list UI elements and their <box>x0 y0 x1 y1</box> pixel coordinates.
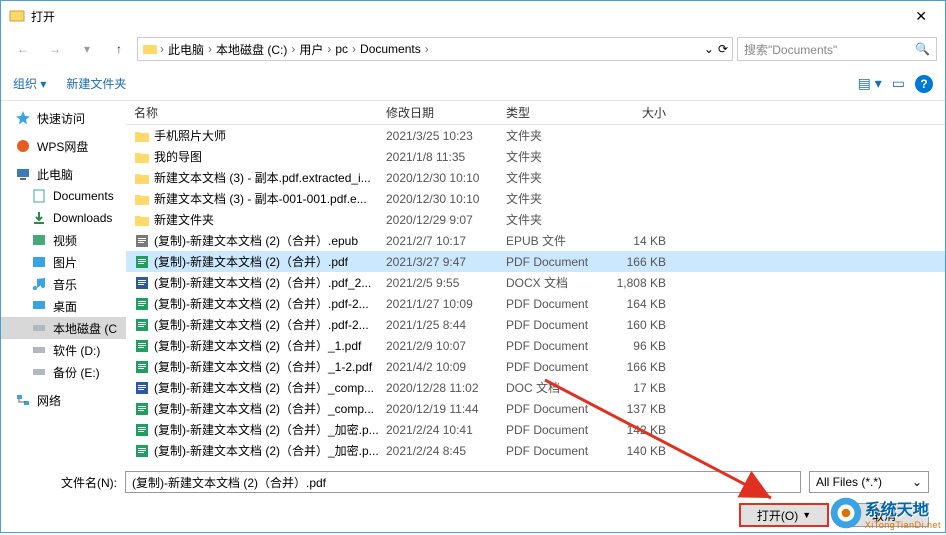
file-row[interactable]: (复制)-新建文本文档 (2)（合并）.pdf2021/3/27 9:47PDF… <box>126 251 945 272</box>
view-button[interactable]: ▤ ▾ <box>858 75 882 92</box>
sidebar-music[interactable]: 音乐 <box>1 273 126 295</box>
chevron-right-icon[interactable]: › <box>350 42 358 56</box>
col-type[interactable]: 类型 <box>506 104 616 121</box>
button-label: 打开(O) <box>757 507 798 524</box>
help-icon[interactable]: ? <box>915 75 933 93</box>
forward-button[interactable]: → <box>41 37 69 61</box>
up-button[interactable]: ↑ <box>105 37 133 61</box>
file-row[interactable]: (复制)-新建文本文档 (2)（合并）_1.pdf2021/2/9 10:07P… <box>126 335 945 356</box>
sidebar-edrive[interactable]: 备份 (E:) <box>1 361 126 383</box>
chevron-right-icon[interactable]: › <box>289 42 297 56</box>
address-bar[interactable]: › 此电脑 › 本地磁盘 (C:) › 用户 › pc › Documents … <box>137 37 733 61</box>
crumb-documents[interactable]: Documents <box>358 42 423 56</box>
chevron-down-icon: ⌄ <box>912 475 922 489</box>
sidebar-label: 软件 (D:) <box>53 342 100 359</box>
sidebar-network[interactable]: 网络 <box>1 389 126 411</box>
sidebar-quick[interactable]: 快速访问 <box>1 107 126 129</box>
sidebar: 快速访问 WPS网盘 此电脑 Documents Downloads 视频 图片… <box>1 101 126 463</box>
crumb-cdrive[interactable]: 本地磁盘 (C:) <box>214 41 289 58</box>
search-input[interactable]: 搜索"Documents" 🔍 <box>737 37 937 61</box>
window-title: 打开 <box>31 8 905 25</box>
sidebar-label: WPS网盘 <box>37 138 88 155</box>
search-icon: 🔍 <box>915 42 930 56</box>
sidebar-thispc[interactable]: 此电脑 <box>1 163 126 185</box>
sidebar-wps[interactable]: WPS网盘 <box>1 135 126 157</box>
toolbar: 组织 ▾ 新建文件夹 ▤ ▾ ▭ ? <box>1 67 945 101</box>
file-rows[interactable]: 手机照片大师2021/3/25 10:23文件夹我的导图2021/1/8 11:… <box>126 125 945 463</box>
file-row[interactable]: (复制)-新建文本文档 (2)（合并）.pdf_2...2021/2/5 9:5… <box>126 272 945 293</box>
sidebar-downloads[interactable]: Downloads <box>1 207 126 229</box>
address-dropdown[interactable]: ⌄ <box>704 42 714 56</box>
main-area: 快速访问 WPS网盘 此电脑 Documents Downloads 视频 图片… <box>1 101 945 463</box>
recent-dropdown[interactable]: ▾ <box>73 37 101 61</box>
sidebar-label: 备份 (E:) <box>53 364 100 381</box>
search-placeholder: 搜索"Documents" <box>744 41 915 58</box>
file-row[interactable]: 新建文本文档 (3) - 副本-001-001.pdf.e...2020/12/… <box>126 188 945 209</box>
refresh-button[interactable]: ⟳ <box>718 42 728 56</box>
filename-input[interactable] <box>125 471 801 493</box>
file-row[interactable]: 新建文件夹2020/12/29 9:07文件夹 <box>126 209 945 230</box>
file-row[interactable]: (复制)-新建文本文档 (2)（合并）_comp...2020/12/28 11… <box>126 377 945 398</box>
app-icon <box>9 8 25 24</box>
newfolder-button[interactable]: 新建文件夹 <box>66 75 126 92</box>
bottom-panel: 文件名(N): All Files (*.*) ⌄ 打开(O) ▼ 取消 <box>1 463 945 535</box>
folder-icon <box>142 41 158 57</box>
crumb-thispc[interactable]: 此电脑 <box>166 41 206 58</box>
file-row[interactable]: (复制)-新建文本文档 (2)（合并）_1-2.pdf2021/4/2 10:0… <box>126 356 945 377</box>
sidebar-ddrive[interactable]: 软件 (D:) <box>1 339 126 361</box>
chevron-right-icon[interactable]: › <box>158 42 166 56</box>
crumb-pc[interactable]: pc <box>333 42 350 56</box>
sidebar-label: Documents <box>53 189 114 203</box>
column-headers: 名称 修改日期 类型 大小 <box>126 101 945 125</box>
file-row[interactable]: (复制)-新建文本文档 (2)（合并）.pdf-2...2021/1/27 10… <box>126 293 945 314</box>
filter-dropdown[interactable]: All Files (*.*) ⌄ <box>809 471 929 493</box>
file-row[interactable]: 我的导图2021/1/8 11:35文件夹 <box>126 146 945 167</box>
close-button[interactable]: ✕ <box>905 4 937 29</box>
col-size[interactable]: 大小 <box>616 104 696 121</box>
chevron-right-icon[interactable]: › <box>423 42 431 56</box>
chevron-right-icon[interactable]: › <box>325 42 333 56</box>
sidebar-label: 音乐 <box>53 276 77 293</box>
filter-text: All Files (*.*) <box>816 475 882 489</box>
sidebar-label: 图片 <box>53 254 77 271</box>
col-name[interactable]: 名称 <box>126 104 386 121</box>
sidebar-label: 网络 <box>37 392 61 409</box>
sidebar-videos[interactable]: 视频 <box>1 229 126 251</box>
titlebar: 打开 ✕ <box>1 1 945 31</box>
filename-label: 文件名(N): <box>17 474 117 491</box>
sidebar-label: 视频 <box>53 232 77 249</box>
file-row[interactable]: (复制)-新建文本文档 (2)（合并）.epub2021/2/7 10:17EP… <box>126 230 945 251</box>
sidebar-label: 此电脑 <box>37 166 73 183</box>
sidebar-label: Downloads <box>53 211 112 225</box>
file-row[interactable]: 新建文本文档 (3) - 副本.pdf.extracted_i...2020/1… <box>126 167 945 188</box>
sidebar-cdrive[interactable]: 本地磁盘 (C <box>1 317 126 339</box>
cancel-button[interactable]: 取消 <box>839 503 929 527</box>
back-button[interactable]: ← <box>9 37 37 61</box>
preview-button[interactable]: ▭ <box>892 75 905 92</box>
sidebar-desktop[interactable]: 桌面 <box>1 295 126 317</box>
crumb-users[interactable]: 用户 <box>297 41 325 58</box>
col-date[interactable]: 修改日期 <box>386 104 506 121</box>
file-row[interactable]: (复制)-新建文本文档 (2)（合并）_加密.p...2021/2/24 10:… <box>126 419 945 440</box>
file-row[interactable]: (复制)-新建文本文档 (2)（合并）.pdf-2...2021/1/25 8:… <box>126 314 945 335</box>
sidebar-pictures[interactable]: 图片 <box>1 251 126 273</box>
navbar: ← → ▾ ↑ › 此电脑 › 本地磁盘 (C:) › 用户 › pc › Do… <box>1 31 945 67</box>
file-row[interactable]: (复制)-新建文本文档 (2)（合并）_加密.p...2021/2/24 8:4… <box>126 440 945 461</box>
sidebar-documents[interactable]: Documents <box>1 185 126 207</box>
file-list: 名称 修改日期 类型 大小 手机照片大师2021/3/25 10:23文件夹我的… <box>126 101 945 463</box>
file-row[interactable]: (复制)-新建文本文档 (2)（合并）_comp...2020/12/19 11… <box>126 398 945 419</box>
sidebar-label: 桌面 <box>53 298 77 315</box>
sidebar-label: 本地磁盘 (C <box>53 320 117 337</box>
chevron-down-icon: ▼ <box>802 510 811 520</box>
chevron-right-icon[interactable]: › <box>206 42 214 56</box>
open-button[interactable]: 打开(O) ▼ <box>739 503 829 527</box>
organize-button[interactable]: 组织 ▾ <box>13 75 46 92</box>
sidebar-label: 快速访问 <box>37 110 85 127</box>
file-row[interactable]: 手机照片大师2021/3/25 10:23文件夹 <box>126 125 945 146</box>
